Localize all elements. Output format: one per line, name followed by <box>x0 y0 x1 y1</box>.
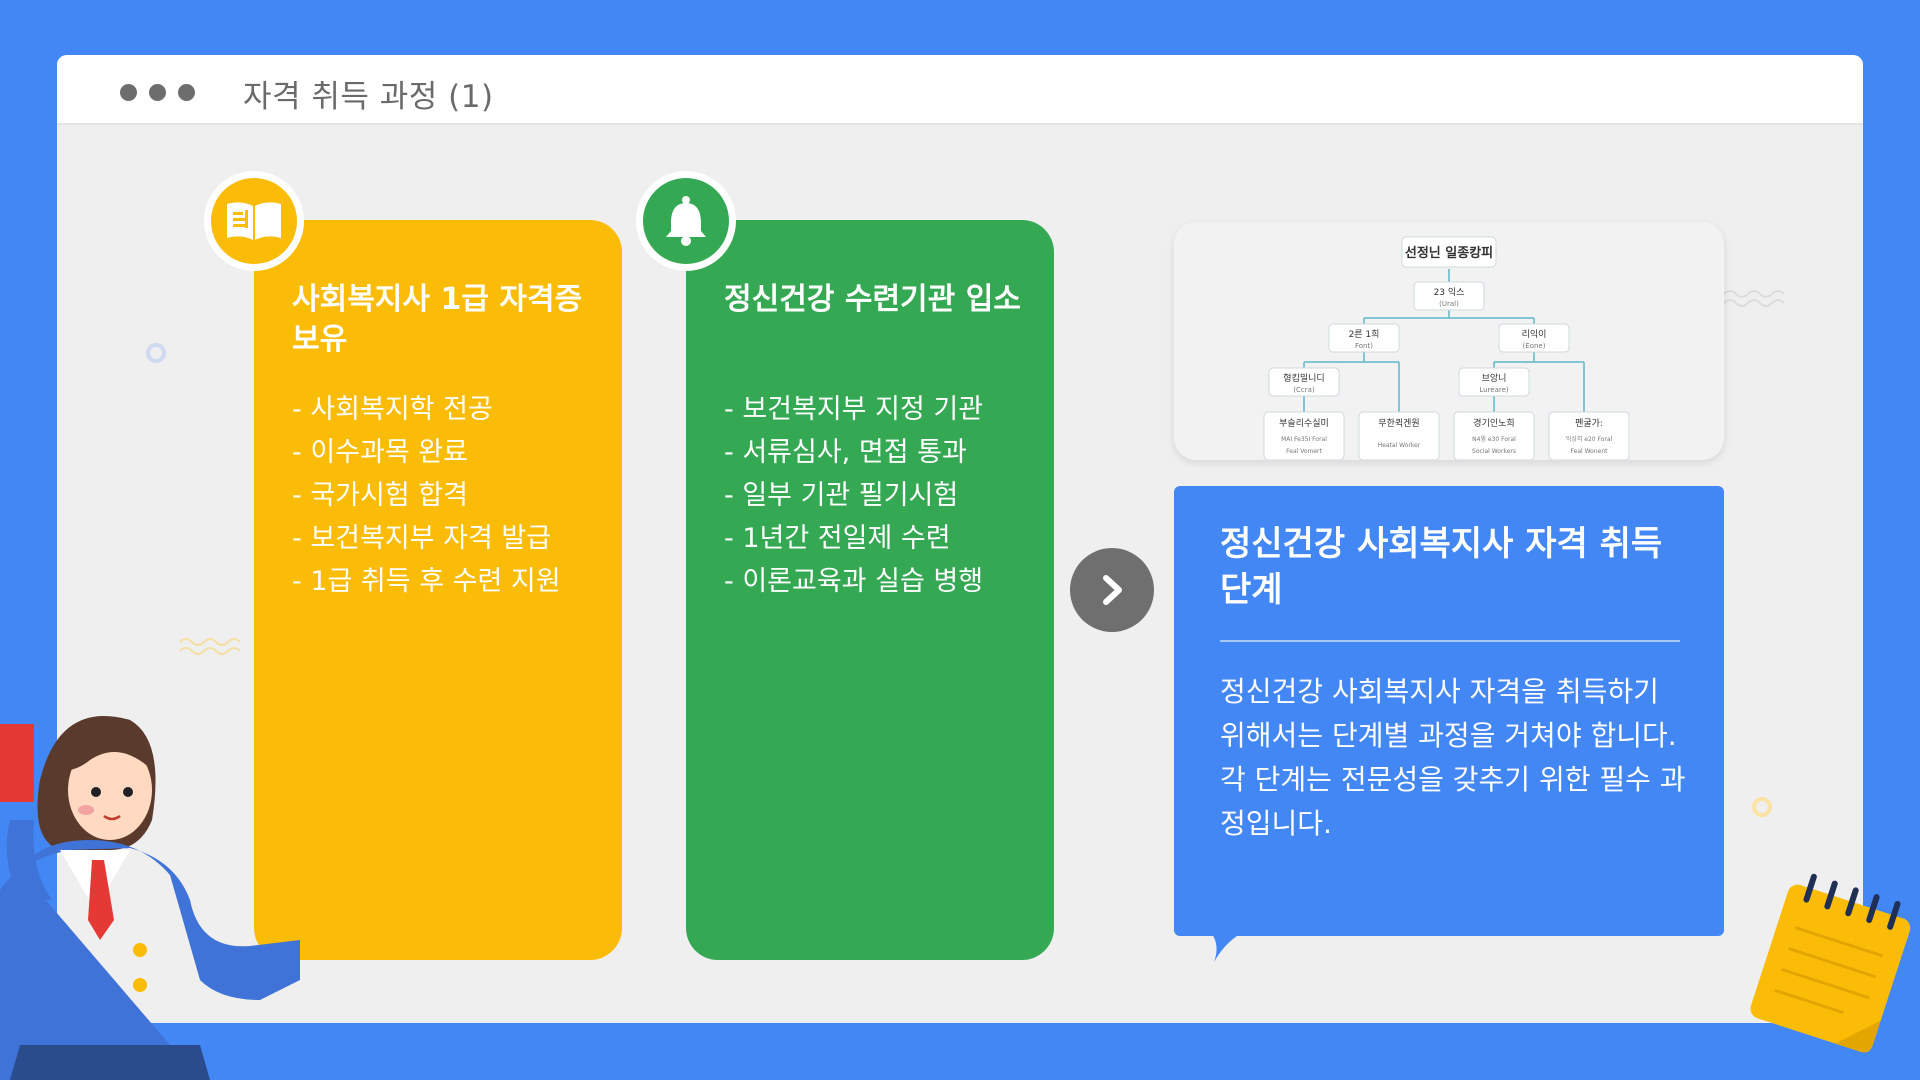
org-node-sub: Feal Wonent <box>1571 448 1609 455</box>
list-item: - 보건복지부 지정 기관 <box>724 394 984 425</box>
window-title: 자격 취득 과정 (1) <box>243 79 494 115</box>
list-item: - 사회복지학 전공 <box>292 394 493 425</box>
info-title: 정신건강 사회복지사 자격 취득 단계 <box>1220 524 1663 610</box>
ring-decoration <box>146 343 166 363</box>
list-item: - 이론교육과 실습 병행 <box>724 566 984 597</box>
org-node-sub: Lureare) <box>1479 386 1509 394</box>
org-node-title: 리익이 <box>1522 328 1547 340</box>
list-item: - 서류심사, 면접 통과 <box>724 437 967 468</box>
list-item: - 1급 취득 후 수련 지원 <box>292 566 561 597</box>
step-card-1-title: 사회복지사 1급 자격증 보유 <box>292 282 583 357</box>
org-node-title: 23 익스 <box>1434 286 1465 298</box>
org-node-title: 무한퀵겐원 <box>1378 417 1419 429</box>
org-node-title: 2른 1희 <box>1349 328 1380 340</box>
org-node-sub: MAI Fe35I Foral <box>1281 436 1327 443</box>
wave-decoration <box>179 638 241 655</box>
org-node-sub: 익싱히 e20 Foral <box>1566 435 1613 443</box>
speech-tail <box>1212 934 1240 962</box>
org-node-sub: Feal Vomert <box>1286 448 1322 455</box>
org-node-sub: N4윙 e30 Foral <box>1472 435 1516 443</box>
org-node-sub: Font) <box>1355 342 1373 350</box>
org-node-sub: Social Workers <box>1472 448 1516 455</box>
window-dot-2[interactable] <box>149 84 166 101</box>
window-dot-1[interactable] <box>120 84 137 101</box>
org-chart-diagram: 선정닌 일종캉피 23 익스 (Ural) 2른 1희 Font) 리익이 (E… <box>1263 236 1630 460</box>
org-node-title: 경기인노희 <box>1473 417 1514 429</box>
notepad-illustration <box>1750 873 1911 1053</box>
student-character-illustration <box>0 716 300 1080</box>
org-node-title: 형킴밀니디 <box>1283 372 1324 384</box>
step-card-2-list: - 보건복지부 지정 기관 - 서류심사, 면접 통과 - 일부 기관 필기시험… <box>724 388 983 603</box>
chevron-right-icon <box>1103 575 1122 605</box>
bell-icon <box>643 178 729 264</box>
book-icon <box>211 178 297 264</box>
window-dot-3[interactable] <box>178 84 195 101</box>
step-card-2: 정신건강 수련기관 입소 - 보건복지부 지정 기관 - 서류심사, 면접 통과… <box>686 220 1054 960</box>
list-item: - 1년간 전일제 수련 <box>724 523 951 554</box>
list-item: - 이수과목 완료 <box>292 437 468 468</box>
wave-decoration-2 <box>1723 290 1785 307</box>
info-card: 정신건강 사회복지사 자격 취득 단계 정신건강 사회복지사 자격을 취득하기 … <box>1174 486 1724 936</box>
org-node-sub: (Ccra) <box>1293 386 1315 394</box>
org-chart-image: 선정닌 일종캉피 23 익스 (Ural) 2른 1희 Font) 리익이 (E… <box>1174 222 1724 460</box>
step-card-1-list: - 사회복지학 전공 - 이수과목 완료 - 국가시험 합격 - 보건복지부 자… <box>292 388 561 603</box>
ring-decoration-2 <box>1752 797 1772 817</box>
org-node-title: 펜굴가: <box>1575 418 1603 429</box>
step-card-2-title: 정신건강 수련기관 입소 <box>724 282 1021 317</box>
org-node-sub: (Eone) <box>1523 342 1546 350</box>
step-card-2-badge <box>636 171 736 271</box>
org-node-sub: Heatal Worker <box>1378 442 1421 449</box>
window-titlebar: 자격 취득 과정 (1) <box>57 55 1863 125</box>
org-node-sub: (Ural) <box>1439 300 1459 308</box>
step-card-1-badge <box>204 171 304 271</box>
list-item: - 일부 기관 필기시험 <box>724 480 959 511</box>
info-body: 정신건강 사회복지사 자격을 취득하기 위해서는 단계별 과정을 거쳐야 합니다… <box>1220 675 1686 840</box>
org-node-title: 부슬리수실미 <box>1279 418 1329 429</box>
next-step-button[interactable] <box>1070 548 1154 632</box>
org-node-title: 브앙니 <box>1482 372 1507 384</box>
info-divider <box>1220 640 1680 642</box>
list-item: - 국가시험 합격 <box>292 480 468 511</box>
org-root-label: 선정닌 일종캉피 <box>1405 245 1493 261</box>
list-item: - 보건복지부 자격 발급 <box>292 523 552 554</box>
